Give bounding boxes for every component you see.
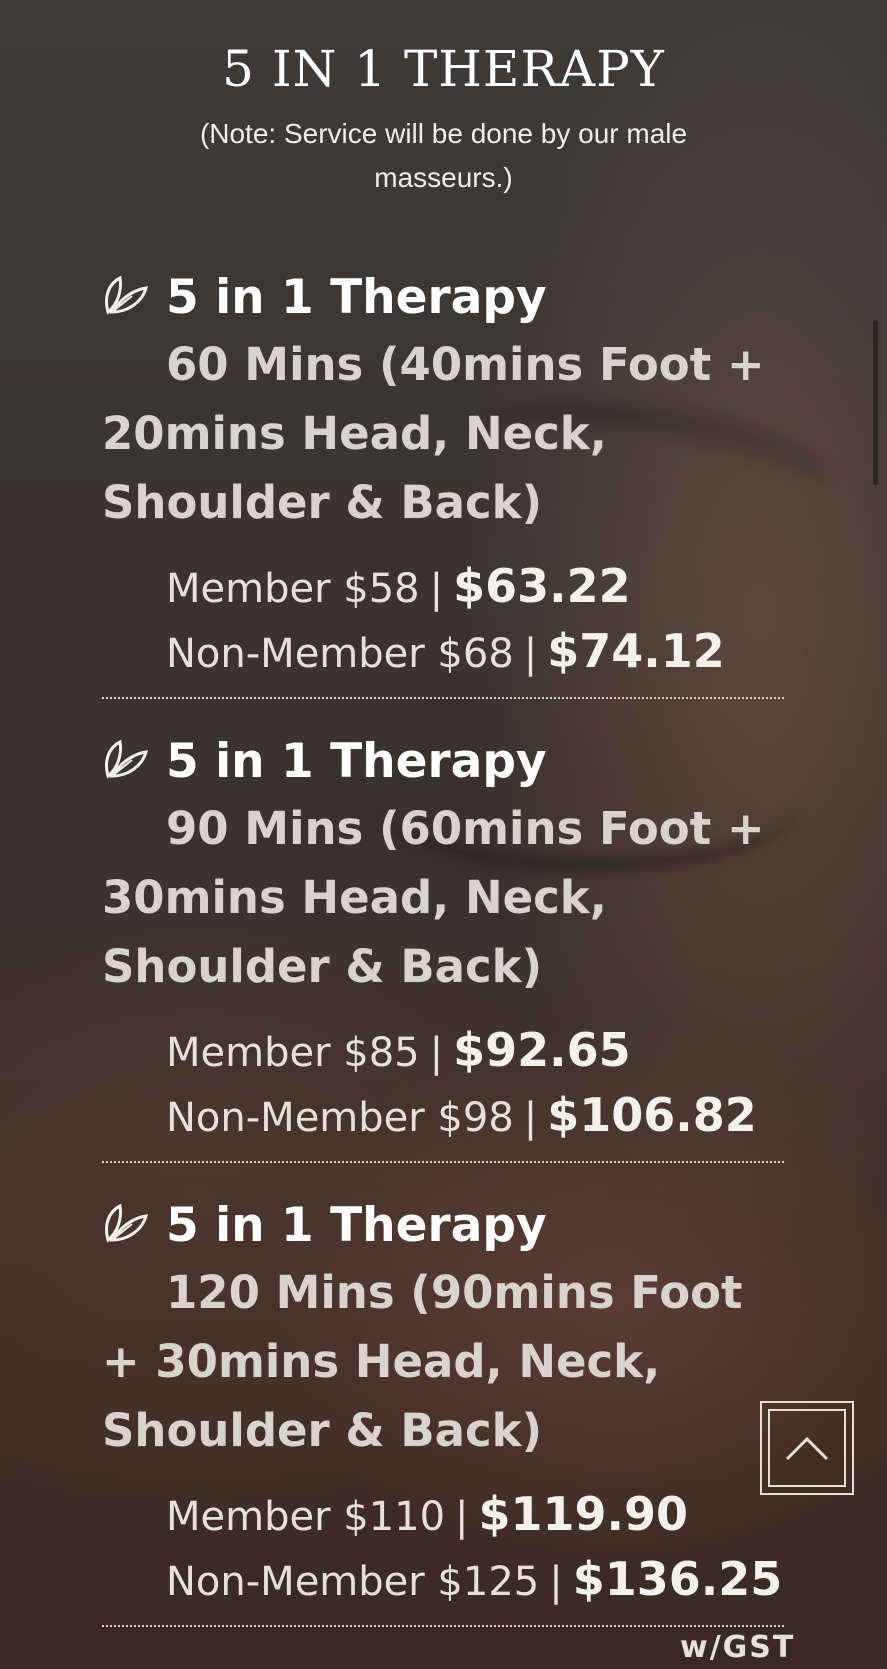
member-price: Member $58 — [166, 566, 420, 612]
service-name: 5 in 1 Therapy — [166, 270, 547, 325]
service-duration: 120 Mins (90mins Foot + 30mins Head, Nec… — [102, 1266, 743, 1457]
service-note: (Note: Service will be done by our male … — [199, 118, 688, 193]
price-separator: | — [455, 1494, 469, 1540]
member-price-gst: $92.65 — [453, 1023, 631, 1077]
divider — [102, 1625, 784, 1627]
leaf-icon — [105, 275, 148, 315]
nonmember-price-row: Non-Member $68 | $74.12 — [166, 623, 725, 682]
scrollbar-thumb[interactable] — [873, 320, 878, 485]
chevron-up-icon — [785, 1436, 829, 1461]
member-price: Member $110 — [166, 1494, 446, 1540]
leaf-icon — [105, 1203, 148, 1243]
nonmember-price-gst: $106.82 — [547, 1088, 757, 1142]
nonmember-price: Non-Member $125 — [166, 1559, 540, 1605]
nonmember-price: Non-Member $98 — [166, 1095, 514, 1141]
gst-note: w/GST — [680, 1630, 796, 1665]
member-price-gst: $119.90 — [478, 1487, 689, 1541]
member-price-row: Member $110 | $119.90 — [166, 1486, 688, 1545]
member-price: Member $85 — [166, 1030, 420, 1076]
nonmember-price-row: Non-Member $125 | $136.25 — [166, 1551, 782, 1610]
service-duration: 90 Mins (60mins Foot + 30mins Head, Neck… — [102, 802, 765, 993]
nonmember-price-row: Non-Member $98 | $106.82 — [166, 1087, 757, 1146]
service-name: 5 in 1 Therapy — [166, 734, 547, 789]
price-separator: | — [429, 566, 444, 612]
price-separator: | — [549, 1559, 563, 1605]
service-duration: 60 Mins (40mins Foot + 20mins Head, Neck… — [102, 338, 765, 529]
nonmember-price: Non-Member $68 — [166, 631, 514, 677]
page-title: 5 IN 1 THERAPY — [222, 40, 665, 98]
member-price-row: Member $85 | $92.65 — [166, 1022, 631, 1081]
divider — [102, 697, 784, 699]
nonmember-price-gst: $74.12 — [547, 624, 725, 678]
scroll-to-top-frame — [768, 1409, 846, 1487]
page-content: 5 IN 1 THERAPY (Note: Service will be do… — [0, 0, 887, 1669]
leaf-icon — [105, 739, 148, 779]
price-separator: | — [523, 1095, 538, 1141]
member-price-gst: $63.22 — [453, 559, 631, 613]
nonmember-price-gst: $136.25 — [572, 1552, 783, 1606]
divider — [102, 1161, 784, 1163]
scroll-to-top-button[interactable] — [760, 1401, 854, 1495]
member-price-row: Member $58 | $63.22 — [166, 558, 631, 617]
price-separator: | — [523, 631, 538, 677]
price-separator: | — [429, 1030, 444, 1076]
service-name: 5 in 1 Therapy — [166, 1198, 547, 1253]
